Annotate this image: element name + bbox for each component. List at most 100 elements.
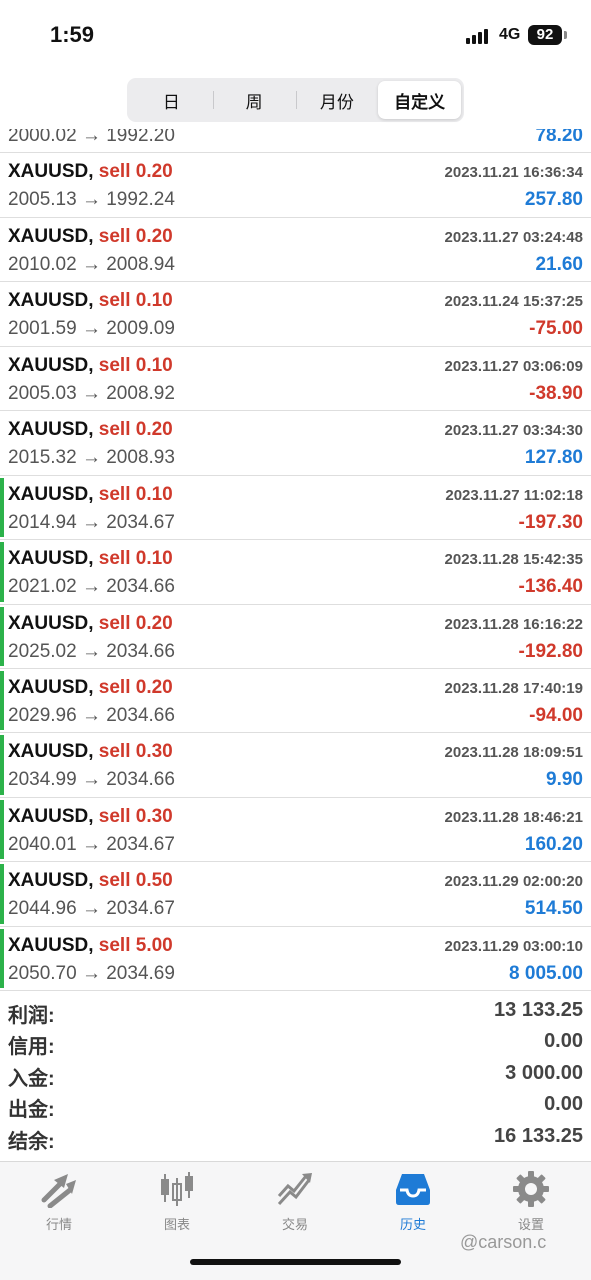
trade-row[interactable]: XAUUSD, sell 0.10 2023.11.28 15:42:35 2021… — [0, 540, 591, 605]
trade-symbol: XAUUSD, sell 0.10 — [8, 484, 173, 506]
trade-side-volume: sell 0.20 — [98, 676, 173, 698]
trade-time: 2023.11.27 03:34:30 — [444, 422, 583, 440]
trade-price: 2014.94 → 2034.67 — [8, 511, 175, 533]
trade-profit: 21.60 — [535, 253, 583, 275]
trade-symbol: XAUUSD, sell 0.10 — [8, 355, 173, 377]
trade-profit: 514.50 — [524, 898, 583, 920]
trade-symbol-name: XAUUSD, — [8, 419, 94, 441]
trade-row[interactable]: XAUUSD, sell 0.20 2023.11.21 16:36:34 2005… — [0, 153, 591, 218]
status-bar: 1:59 4G 92 — [0, 0, 591, 70]
tab-label: 交易 — [281, 1217, 308, 1232]
trade-symbol-name: XAUUSD, — [8, 805, 94, 827]
tab-label: 设置 — [517, 1217, 544, 1232]
tab-chart[interactable]: 图表 — [118, 1162, 236, 1242]
trade-symbol-name: XAUUSD, — [8, 676, 94, 698]
tab-history[interactable]: 历史 — [354, 1162, 472, 1242]
summary-row: 入金: 3 000.00 — [0, 1059, 591, 1090]
trade-price: 2015.32 → 2008.93 — [8, 447, 175, 469]
trade-symbol: XAUUSD, sell 0.50 — [8, 870, 173, 892]
network-type: 4G — [499, 26, 521, 43]
trade-side-volume: sell 0.20 — [98, 612, 173, 634]
quotes-arrows-icon — [41, 1174, 76, 1208]
trade-trend-icon — [277, 1173, 312, 1206]
trade-profit: 78.20 — [535, 129, 583, 146]
summary-value: 0.00 — [544, 1030, 583, 1053]
trade-side-volume: sell 0.10 — [98, 354, 173, 376]
trade-symbol: XAUUSD, sell 0.20 — [8, 677, 173, 699]
summary-label: 入金: — [8, 1067, 55, 1090]
trade-price: 2021.02 → 2034.66 — [8, 576, 175, 598]
trade-side-volume: sell 0.10 — [98, 483, 173, 505]
trade-side-volume: sell 0.30 — [98, 741, 173, 763]
trade-row[interactable]: XAUUSD, sell 0.30 2023.11.28 18:46:21 2040… — [0, 798, 591, 863]
segment-month[interactable]: 月份 — [295, 81, 379, 119]
trade-row[interactable]: XAUUSD, sell 5.00 2023.11.29 03:00:10 2050… — [0, 927, 591, 991]
trade-symbol: XAUUSD, sell 5.00 — [8, 935, 173, 957]
trade-row[interactable]: XAUUSD, sell 0.30 2023.11.28 18:09:51 2034… — [0, 733, 591, 798]
home-indicator[interactable] — [190, 1259, 401, 1265]
summary-label: 信用: — [8, 1036, 55, 1059]
trade-side-volume: sell 0.50 — [98, 870, 173, 892]
trade-symbol: XAUUSD, sell 0.20 — [8, 226, 173, 248]
trade-time: 2023.11.28 16:16:22 — [444, 615, 583, 633]
tab-settings[interactable]: 设置 — [472, 1162, 590, 1242]
trade-side-volume: sell 0.20 — [98, 161, 173, 183]
segment-custom[interactable]: 自定义 — [378, 81, 461, 119]
summary-value: 0.00 — [544, 1093, 583, 1116]
trade-time: 2023.11.29 02:00:20 — [444, 873, 583, 891]
tab-label: 行情 — [45, 1217, 72, 1232]
trade-row[interactable]: XAUUSD, sell 0.10 2023.11.27 11:02:18 2014… — [0, 476, 591, 541]
trade-symbol: XAUUSD, sell 0.20 — [8, 161, 173, 183]
trade-symbol-name: XAUUSD, — [8, 870, 94, 892]
trade-profit: 257.80 — [524, 189, 583, 211]
trade-symbol-name: XAUUSD, — [8, 548, 94, 570]
tab-label: 图表 — [163, 1217, 190, 1232]
trade-symbol-name: XAUUSD, — [8, 290, 94, 312]
trade-symbol-name: XAUUSD, — [8, 934, 94, 956]
segment-day[interactable]: 日 — [130, 81, 213, 119]
summary-value: 16 133.25 — [494, 1124, 583, 1147]
trade-price: 2050.70 → 2034.69 — [8, 962, 175, 984]
trade-price: 2005.13 → 1992.24 — [8, 189, 175, 211]
trade-price: 2000.02 → 1992.20 — [8, 129, 175, 146]
period-segmented-control: 日 周 月份 自定义 — [127, 78, 464, 122]
cellular-signal-icon — [466, 28, 488, 44]
trade-price: 2005.03 → 2008.92 — [8, 382, 175, 404]
summary-label: 出金: — [8, 1099, 55, 1122]
trade-price: 2010.02 → 2008.94 — [8, 253, 175, 275]
trade-time: 2023.11.28 15:42:35 — [444, 551, 583, 569]
trade-row[interactable]: XAUUSD, sell 0.50 2023.11.29 02:00:20 2044… — [0, 862, 591, 927]
trade-row[interactable]: XAUUSD, sell 0.10 2023.11.27 03:06:09 2005… — [0, 347, 591, 412]
tab-label: 历史 — [399, 1217, 426, 1232]
watermark-text: @carson.c — [460, 1232, 547, 1252]
trade-profit: -94.00 — [529, 704, 583, 726]
segment-week[interactable]: 周 — [212, 81, 296, 119]
account-summary: 利润: 13 133.25 信用: 0.00 入金: 3 000.00 出金: 0.00 结余:… — [0, 996, 591, 1153]
trade-profit: -197.30 — [518, 511, 583, 533]
trade-row[interactable]: XAUUSD, sell 0.10 2023.11.24 15:37:25 2001… — [0, 282, 591, 347]
battery-icon: 92 — [528, 25, 562, 45]
trade-price: 2029.96 → 2034.66 — [8, 704, 175, 726]
trade-symbol-name: XAUUSD, — [8, 161, 94, 183]
trade-time: 2023.11.29 03:00:10 — [444, 937, 583, 955]
trade-symbol: XAUUSD, sell 0.30 — [8, 806, 173, 828]
trade-history-list[interactable]: 2000.02 → 1992.20 78.20 XAUUSD, sell 0.2… — [0, 129, 591, 991]
trade-symbol: XAUUSD, sell 0.30 — [8, 741, 173, 763]
trade-side-volume: sell 0.10 — [98, 548, 173, 570]
summary-label: 利润: — [8, 1005, 55, 1027]
trade-row[interactable]: XAUUSD, sell 0.20 2023.11.27 03:24:48 2010… — [0, 218, 591, 283]
trade-profit: -38.90 — [529, 382, 583, 404]
trade-time: 2023.11.28 17:40:19 — [444, 679, 583, 697]
trade-time: 2023.11.24 15:37:25 — [444, 293, 583, 311]
trade-side-volume: sell 0.10 — [98, 290, 173, 312]
trade-row[interactable]: XAUUSD, sell 0.20 2023.11.28 16:16:22 2025… — [0, 605, 591, 669]
trade-row-partial[interactable]: 2000.02 → 1992.20 78.20 — [0, 129, 591, 154]
trade-row[interactable]: XAUUSD, sell 0.20 2023.11.27 03:34:30 2015… — [0, 411, 591, 476]
tab-quotes[interactable]: 行情 — [0, 1162, 118, 1242]
tab-trade[interactable]: 交易 — [236, 1162, 354, 1242]
trade-profit: 9.90 — [546, 769, 583, 791]
trade-symbol: XAUUSD, sell 0.10 — [8, 290, 173, 312]
trade-row[interactable]: XAUUSD, sell 0.20 2023.11.28 17:40:19 2029… — [0, 669, 591, 734]
summary-value: 13 133.25 — [494, 999, 583, 1021]
status-time: 1:59 — [50, 22, 95, 47]
